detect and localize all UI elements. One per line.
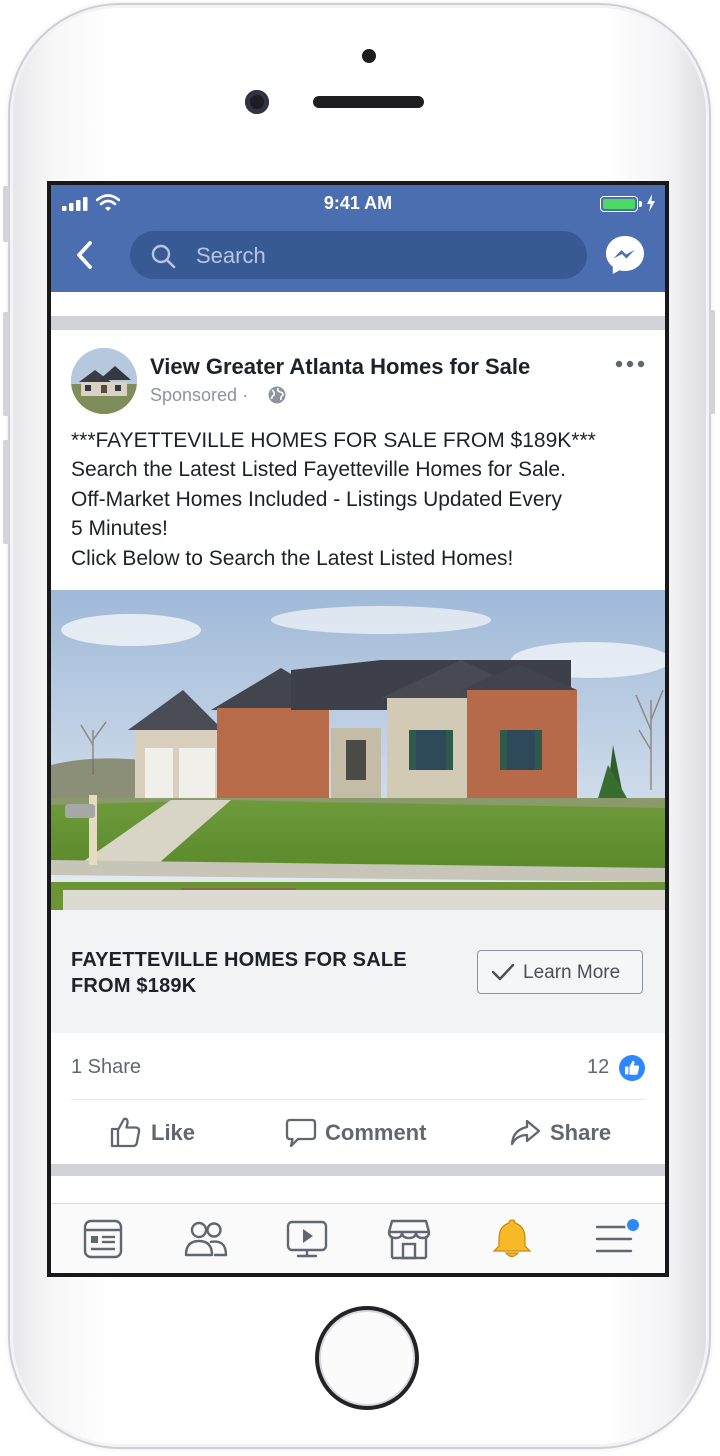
messenger-icon[interactable] bbox=[604, 234, 646, 276]
learn-more-label: Learn More bbox=[523, 962, 621, 983]
menu-notification-dot bbox=[625, 1217, 641, 1233]
feed-divider bbox=[51, 316, 665, 330]
like-count[interactable]: 12 bbox=[587, 1056, 609, 1079]
like-label: Like bbox=[151, 1120, 196, 1145]
power-button bbox=[709, 310, 715, 414]
search-input[interactable]: Search bbox=[196, 243, 266, 269]
post-text-line: 5 Minutes! bbox=[71, 517, 168, 540]
charging-bolt-icon bbox=[647, 194, 655, 212]
notifications-bell-icon[interactable] bbox=[492, 1218, 532, 1260]
share-count[interactable]: 1 Share bbox=[71, 1056, 141, 1079]
comment-button[interactable]: Comment bbox=[283, 1113, 443, 1153]
globe-icon bbox=[268, 386, 286, 404]
link-preview[interactable]: FAYETTEVILLE HOMES FOR SALE FROM $189K L… bbox=[51, 910, 665, 1033]
feed-divider bbox=[51, 1164, 665, 1176]
friends-icon[interactable] bbox=[184, 1218, 228, 1260]
post-text-line: Off-Market Homes Included - Listings Upd… bbox=[71, 488, 562, 511]
link-title-line: FROM $189K bbox=[71, 975, 197, 997]
like-reaction-icon bbox=[619, 1055, 645, 1081]
battery-icon bbox=[600, 196, 638, 212]
like-button[interactable]: Like bbox=[107, 1113, 227, 1153]
battery-tip bbox=[639, 201, 642, 207]
sponsored-label: Sponsored · bbox=[150, 385, 248, 406]
search-bar[interactable]: Search bbox=[130, 231, 587, 279]
front-camera bbox=[245, 90, 269, 114]
volume-down-button bbox=[3, 440, 9, 544]
share-label: Share bbox=[550, 1120, 612, 1145]
home-button[interactable] bbox=[315, 1306, 419, 1410]
page-name[interactable]: View Greater Atlanta Homes for Sale bbox=[150, 354, 530, 380]
page-avatar[interactable] bbox=[71, 348, 137, 414]
post-text-line: ***FAYETTEVILLE HOMES FOR SALE FROM $189… bbox=[71, 429, 596, 452]
earpiece-speaker bbox=[313, 96, 424, 108]
search-icon bbox=[151, 244, 176, 269]
learn-more-button[interactable]: Learn More bbox=[477, 950, 643, 994]
thumbs-up-icon bbox=[110, 1117, 141, 1148]
comment-label: Comment bbox=[325, 1120, 427, 1145]
share-button[interactable]: Share bbox=[507, 1113, 637, 1153]
back-icon[interactable] bbox=[75, 240, 95, 270]
separator-dot: · bbox=[242, 385, 249, 405]
status-time: 9:41 AM bbox=[323, 193, 393, 213]
more-options-icon[interactable] bbox=[615, 359, 645, 369]
marketplace-icon[interactable] bbox=[387, 1218, 431, 1260]
proximity-sensor bbox=[362, 49, 376, 63]
watch-video-icon[interactable] bbox=[286, 1218, 328, 1260]
house-photo[interactable] bbox=[51, 590, 665, 910]
link-title-line: FAYETTEVILLE HOMES FOR SALE bbox=[71, 949, 407, 971]
app-header: 9:41 AM Search bbox=[51, 185, 665, 292]
share-icon bbox=[510, 1119, 541, 1146]
news-feed-icon[interactable] bbox=[82, 1218, 124, 1260]
bottom-tab-bar bbox=[51, 1203, 665, 1273]
volume-up-button bbox=[3, 312, 9, 416]
mute-switch bbox=[3, 186, 9, 242]
reactions-separator bbox=[71, 1099, 645, 1100]
status-bar: 9:41 AM bbox=[51, 185, 665, 223]
comment-icon bbox=[285, 1118, 317, 1148]
checkmark-icon bbox=[491, 963, 515, 981]
phone-screen: 9:41 AM Search View Greater Atlanta Home… bbox=[47, 181, 669, 1277]
post-text-line: Click Below to Search the Latest Listed … bbox=[71, 547, 514, 570]
sponsored-text: Sponsored bbox=[150, 385, 238, 405]
post-text-line: Search the Latest Listed Fayetteville Ho… bbox=[71, 458, 566, 481]
